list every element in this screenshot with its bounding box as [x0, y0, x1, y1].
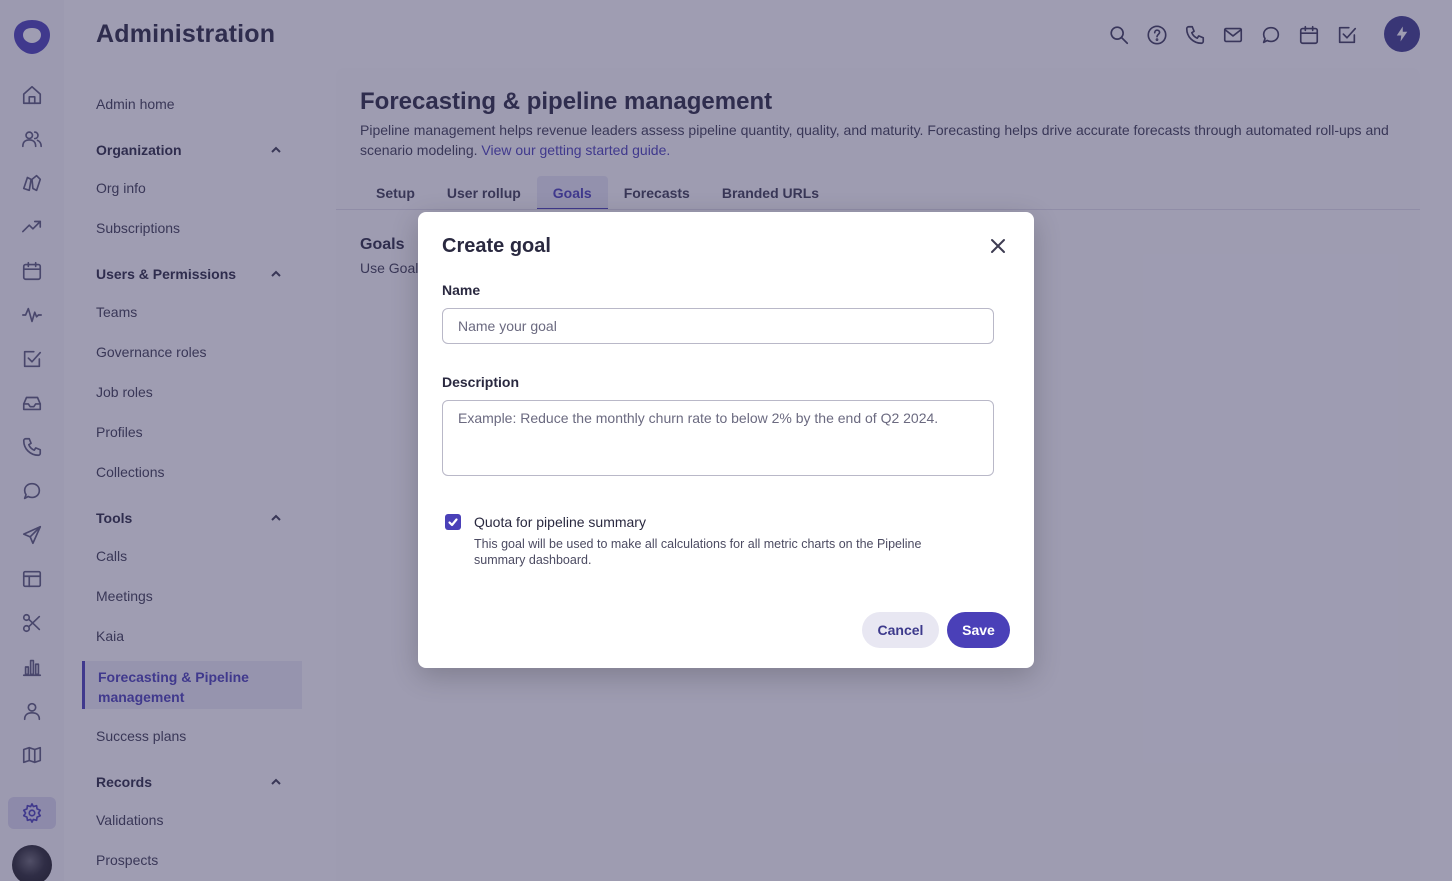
- checkmark-icon: [448, 518, 458, 527]
- close-icon: [991, 239, 1005, 253]
- save-button[interactable]: Save: [947, 612, 1010, 648]
- name-label: Name: [442, 282, 481, 298]
- description-label: Description: [442, 374, 520, 390]
- close-button[interactable]: [986, 234, 1010, 258]
- quota-checkbox[interactable]: [445, 514, 461, 530]
- create-goal-dialog: Create goal Name Description Quota for p…: [418, 212, 1034, 668]
- cancel-button[interactable]: Cancel: [862, 612, 939, 648]
- dialog-title: Create goal: [442, 235, 551, 257]
- quota-help-text: This goal will be used to make all calcu…: [474, 537, 922, 567]
- goal-description-input[interactable]: [442, 400, 994, 476]
- goal-name-input[interactable]: [442, 308, 994, 344]
- quota-checkbox-label[interactable]: Quota for pipeline summary: [474, 514, 646, 530]
